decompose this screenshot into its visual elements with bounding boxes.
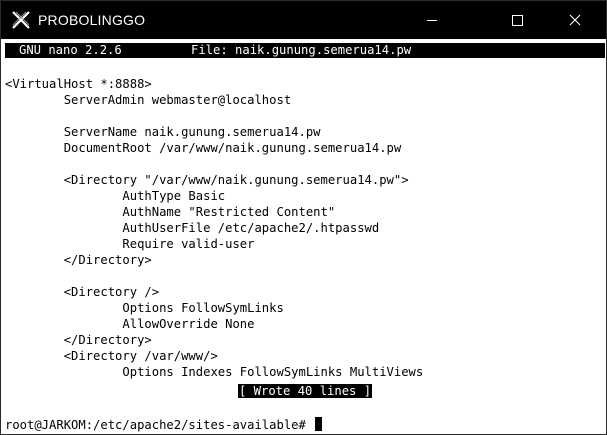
shell-prompt: root@JARKOM:/etc/apache2/sites-available… <box>5 418 314 432</box>
editor-line[interactable]: ServerName naik.gunung.semerua14.pw <box>5 124 321 140</box>
nano-status-message: [ Wrote 40 lines ] <box>238 384 373 398</box>
nano-title-bar: GNU nano 2.2.6 File: naik.gunung.semerua… <box>5 43 605 58</box>
editor-line[interactable]: Options FollowSymLinks <box>5 300 283 316</box>
minimize-button[interactable] <box>409 1 455 39</box>
title-bar[interactable]: PROBOLINGGO <box>1 1 606 39</box>
close-button[interactable] <box>552 1 598 39</box>
editor-line[interactable]: </Directory> <box>5 332 152 348</box>
maximize-button[interactable] <box>495 1 541 39</box>
nano-version: GNU nano 2.2.6 <box>19 43 122 57</box>
xterm-x-icon <box>11 10 31 30</box>
editor-line[interactable]: AuthName "Restricted Content" <box>5 204 335 220</box>
editor-line[interactable]: Options Indexes FollowSymLinks MultiView… <box>5 364 423 380</box>
maximize-icon <box>512 15 523 26</box>
editor-line[interactable]: AllowOverride None <box>5 316 254 332</box>
close-icon <box>569 14 581 26</box>
editor-line[interactable]: <Directory "/var/www/naik.gunung.semerua… <box>5 172 409 188</box>
terminal-window: PROBOLINGGO GNU nano 2.2.6 File: naik.gu… <box>0 0 607 435</box>
text-cursor <box>315 417 323 431</box>
editor-line[interactable]: <VirtualHost *:8888> <box>5 76 152 92</box>
editor-line[interactable]: </Directory> <box>5 252 152 268</box>
editor-line[interactable]: AuthType Basic <box>5 188 225 204</box>
terminal-area[interactable]: GNU nano 2.2.6 File: naik.gunung.semerua… <box>2 39 606 434</box>
editor-line[interactable]: Require valid-user <box>5 236 254 252</box>
editor-line[interactable]: <Directory /> <box>5 284 159 300</box>
shell-prompt-line[interactable]: root@JARKOM:/etc/apache2/sites-available… <box>5 417 323 433</box>
editor-line[interactable]: DocumentRoot /var/www/naik.gunung.semeru… <box>5 140 402 156</box>
minimize-icon <box>427 20 437 21</box>
nano-file-name: File: naik.gunung.semerua14.pw <box>191 43 412 57</box>
editor-line[interactable]: ServerAdmin webmaster@localhost <box>5 92 291 108</box>
editor-line[interactable]: AuthUserFile /etc/apache2/.htpasswd <box>5 220 379 236</box>
window-title: PROBOLINGGO <box>38 12 146 28</box>
editor-line[interactable]: <Directory /var/www/> <box>5 348 218 364</box>
